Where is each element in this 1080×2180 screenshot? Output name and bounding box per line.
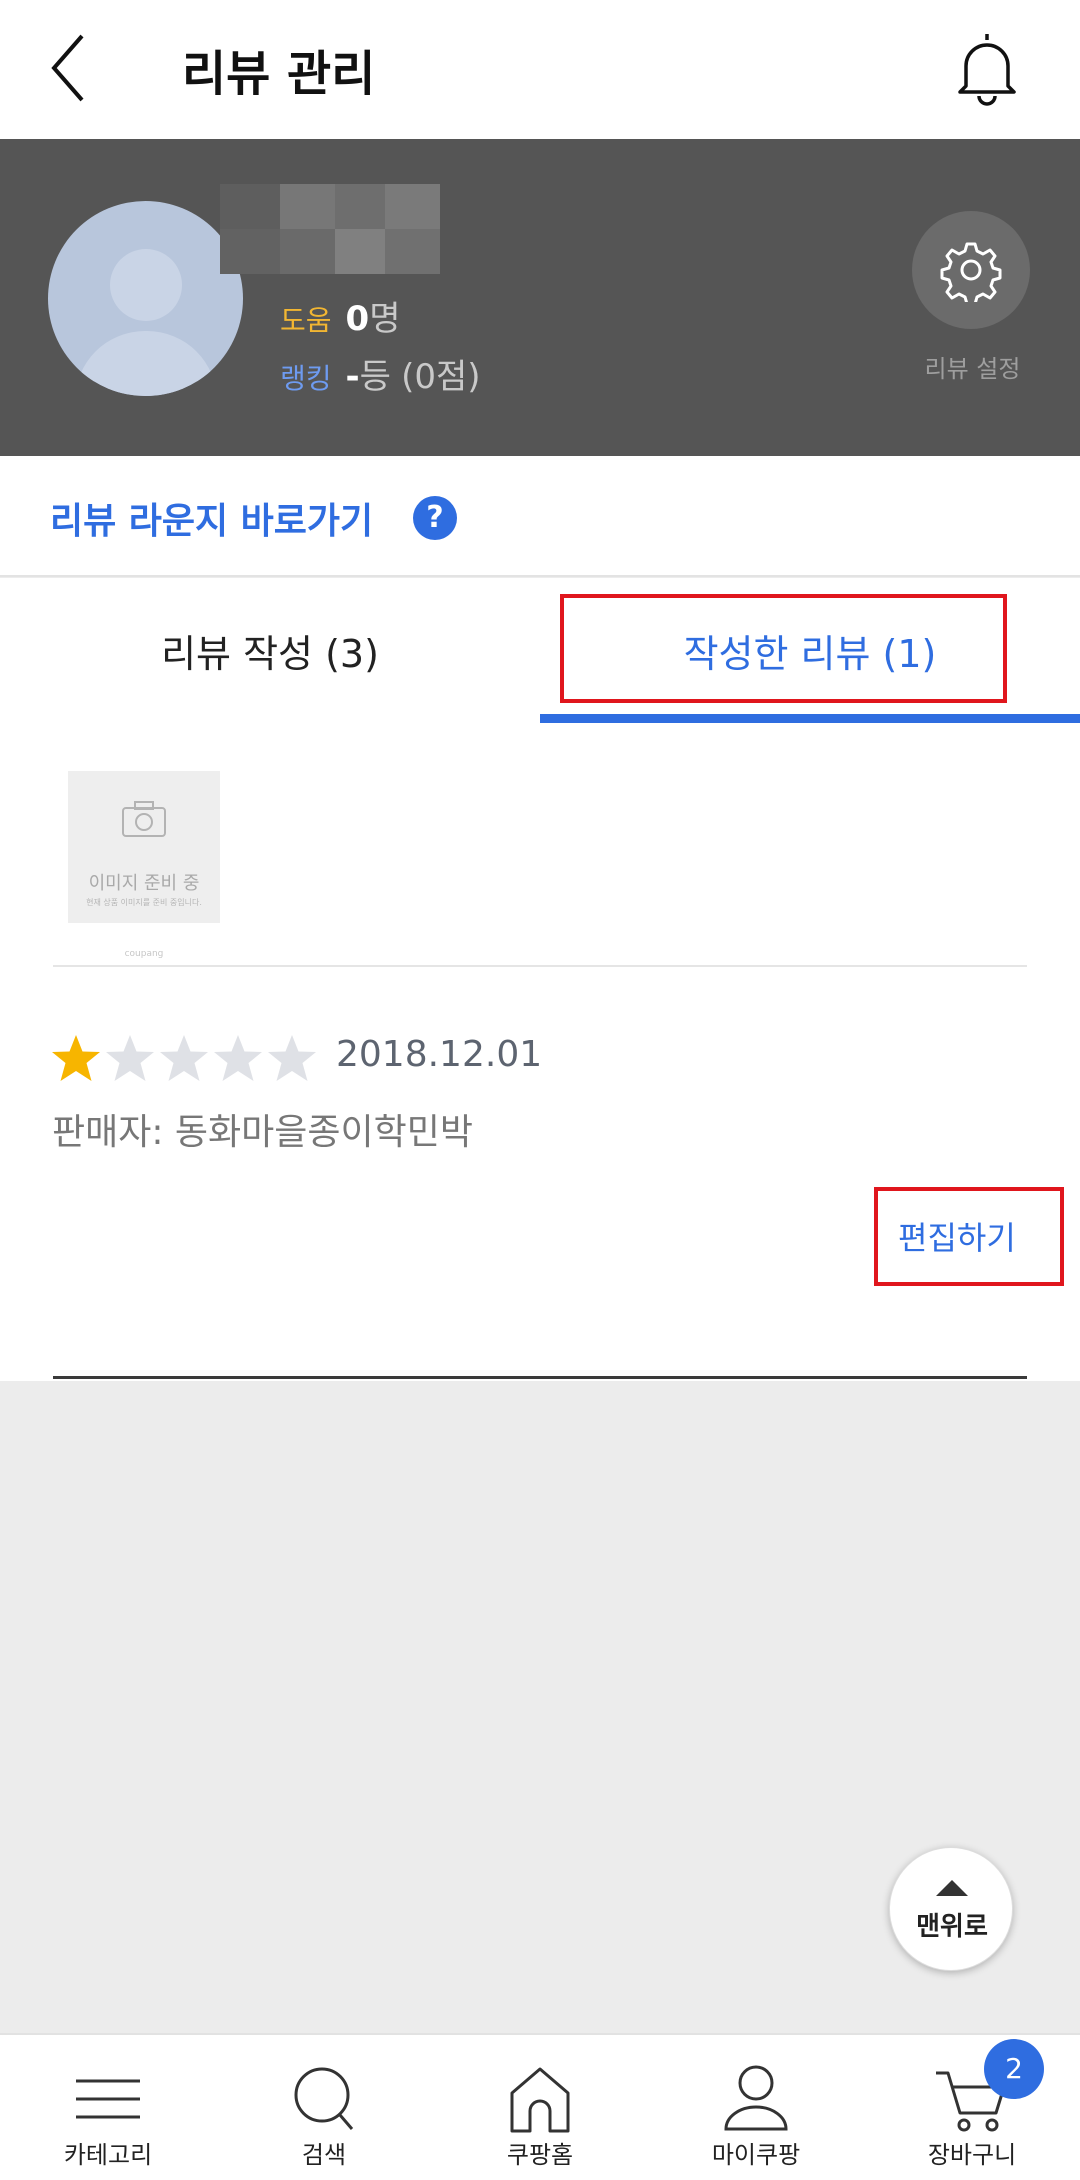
nav-label: 쿠팡홈 — [506, 2141, 574, 2169]
nav-category[interactable]: 카테고리 — [0, 2035, 216, 2180]
search-icon — [294, 2067, 354, 2130]
nav-cart[interactable]: 장바구니 — [864, 2035, 1080, 2180]
highlight-box-tab — [560, 594, 1007, 703]
cart-count-badge: 2 — [984, 2039, 1044, 2099]
help-unit: 명 — [369, 299, 401, 339]
tab-write-review[interactable]: 리뷰 작성 (3) — [0, 578, 540, 723]
thumbnail-brand: coupang — [124, 949, 164, 959]
person-icon — [724, 2065, 788, 2131]
thumbnail-placeholder-text: 이미지 준비 중 — [88, 873, 200, 894]
review-settings-label: 리뷰 설정 — [924, 355, 1021, 383]
home-icon — [510, 2067, 570, 2133]
blurred-username — [220, 184, 440, 274]
help-label: 도움 — [280, 304, 332, 337]
nav-label: 장바구니 — [927, 2141, 1017, 2169]
seller-name: 판매자: 동화마을종이학민박 — [52, 1112, 474, 1153]
star-empty-icon — [160, 1035, 208, 1081]
bell-icon[interactable] — [952, 28, 1022, 108]
nav-search[interactable]: 검색 — [216, 2035, 432, 2180]
rank-unit: 등 — [359, 357, 391, 397]
nav-label: 카테고리 — [63, 2141, 153, 2169]
thumbnail-placeholder-sub: 현재 상품 이미지를 준비 중입니다. — [86, 898, 202, 907]
help-icon[interactable]: ? — [413, 496, 457, 540]
review-lounge-link[interactable]: 리뷰 라운지 바로가기 — [50, 492, 373, 544]
scroll-top-label: 맨위로 — [916, 1912, 988, 1942]
review-date: 2018.12.01 — [336, 1034, 543, 1075]
rank-row: 랭킹 -등 (0점) — [280, 349, 481, 398]
camera-icon — [122, 801, 166, 837]
review-lounge-row: 리뷰 라운지 바로가기 ? — [0, 456, 1080, 577]
help-count: 0 — [345, 299, 370, 339]
nav-label: 마이쿠팡 — [711, 2141, 801, 2169]
page-title: 리뷰 관리 — [182, 46, 376, 102]
rank-value: - — [345, 357, 360, 397]
nav-label: 검색 — [301, 2141, 347, 2169]
star-empty-icon — [106, 1035, 154, 1081]
rank-label: 랭킹 — [280, 362, 332, 395]
review-settings-button[interactable] — [912, 211, 1030, 329]
star-filled-icon — [52, 1035, 100, 1081]
product-thumbnail[interactable]: 이미지 준비 중 현재 상품 이미지를 준비 중입니다. coupang — [68, 771, 220, 959]
scroll-top-button[interactable]: 맨위로 — [889, 1847, 1013, 1971]
gear-icon — [940, 242, 1002, 302]
active-tab-indicator — [540, 714, 1080, 723]
star-rating — [50, 1033, 318, 1089]
nav-mycoupang[interactable]: 마이쿠팡 — [648, 2035, 864, 2180]
bottom-nav: 카테고리 검색 쿠팡홈 마이쿠팡 장바구니 — [0, 2033, 1080, 2180]
menu-icon — [76, 2079, 140, 2119]
divider — [53, 965, 1027, 967]
back-arrow-icon[interactable] — [42, 28, 102, 108]
nav-home[interactable]: 쿠팡홈 — [432, 2035, 648, 2180]
avatar — [48, 201, 243, 396]
score-text: (0점) — [401, 357, 481, 397]
highlight-box-edit — [874, 1187, 1064, 1286]
divider — [53, 1376, 1027, 1379]
star-empty-icon — [268, 1035, 316, 1081]
arrow-up-icon — [936, 1880, 968, 1896]
star-empty-icon — [214, 1035, 262, 1081]
profile-panel: 도움 0명 랭킹 -등 (0점) 리뷰 설정 — [0, 139, 1080, 456]
top-bar: 리뷰 관리 — [0, 0, 1080, 139]
help-count-row: 도움 0명 — [280, 291, 400, 340]
